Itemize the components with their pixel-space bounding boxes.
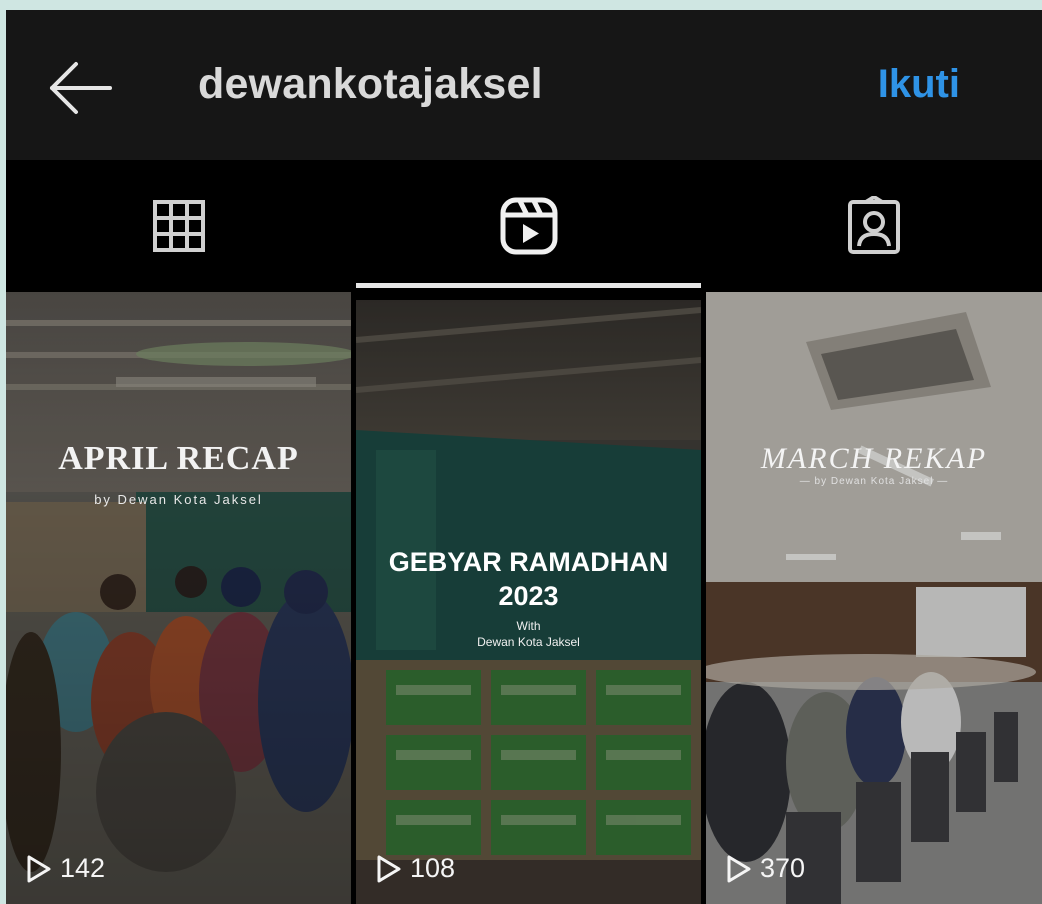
tab-tagged[interactable]	[701, 160, 1042, 292]
app-frame: dewankotajaksel Ikuti APRIL RECAP by Dew…	[6, 10, 1042, 904]
reel-tile[interactable]: MARCH REKAP — by Dewan Kota Jaksel — 370	[706, 292, 1042, 904]
reel-subtitle: — by Dewan Kota Jaksel —	[799, 476, 949, 487]
tagged-icon	[847, 196, 900, 254]
reel-title: APRIL RECAP	[58, 440, 299, 477]
tab-grid[interactable]	[6, 160, 351, 292]
grid-icon	[152, 200, 205, 252]
reel-thumbnail	[706, 292, 1042, 904]
reels-grid: APRIL RECAP by Dewan Kota Jaksel 142 GEB…	[6, 292, 1042, 904]
profile-header: dewankotajaksel Ikuti	[6, 10, 1042, 160]
view-count-value: 108	[410, 853, 456, 883]
back-button[interactable]	[46, 58, 116, 118]
view-count-value: 142	[60, 853, 106, 883]
reel-subtitle-line: Dewan Kota Jaksel	[477, 635, 580, 649]
arrow-left-icon	[50, 62, 112, 114]
reel-title-line: GEBYAR RAMADHAN	[388, 547, 669, 577]
tab-reels[interactable]	[356, 160, 701, 292]
reel-title-line: 2023	[498, 581, 559, 611]
view-count: 108	[376, 853, 455, 884]
reels-icon	[500, 197, 557, 255]
reel-subtitle-line: With	[516, 619, 541, 633]
view-count-value: 370	[760, 853, 806, 883]
reel-tile[interactable]: APRIL RECAP by Dewan Kota Jaksel 142	[6, 292, 351, 904]
reel-subtitle: by Dewan Kota Jaksel	[94, 492, 263, 507]
reel-subtitle: With Dewan Kota Jaksel	[356, 618, 701, 650]
follow-button[interactable]: Ikuti	[878, 62, 960, 107]
view-count: 142	[26, 853, 105, 884]
play-icon	[727, 855, 751, 882]
play-icon	[377, 855, 401, 882]
play-icon	[27, 855, 51, 882]
reel-thumbnail	[6, 292, 351, 904]
reel-tile[interactable]: GEBYAR RAMADHAN 2023 With Dewan Kota Jak…	[356, 300, 701, 904]
reel-title: MARCH REKAP	[760, 442, 988, 475]
active-tab-indicator	[356, 283, 701, 288]
view-count: 370	[726, 853, 805, 884]
profile-tabs	[6, 160, 1042, 292]
profile-username: dewankotajaksel	[198, 60, 543, 108]
reel-title: GEBYAR RAMADHAN 2023	[356, 545, 701, 613]
